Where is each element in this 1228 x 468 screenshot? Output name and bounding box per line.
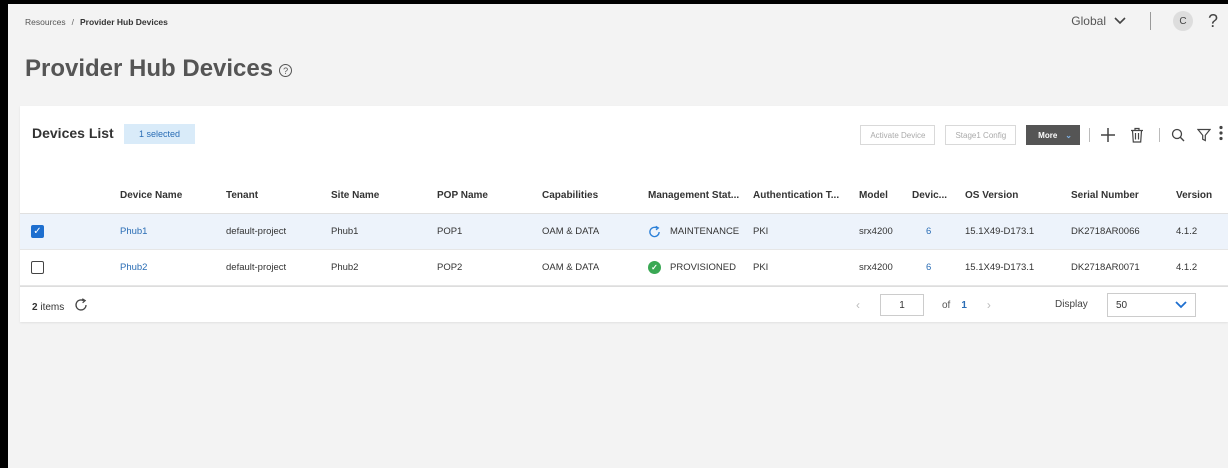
auth-cell: PKI xyxy=(753,262,769,273)
trash-icon[interactable] xyxy=(1129,127,1145,143)
item-count: 2 items xyxy=(32,298,88,316)
column-header[interactable]: Site Name xyxy=(331,178,379,213)
column-header[interactable]: OS Version xyxy=(965,178,1018,213)
tenant-cell: default-project xyxy=(226,262,287,273)
model-cell: srx4200 xyxy=(859,226,893,237)
serial-cell: DK2718AR0071 xyxy=(1071,262,1140,273)
management-status-cell: ✓ PROVISIONED xyxy=(648,250,736,285)
pop-cell: POP1 xyxy=(437,226,463,237)
search-icon[interactable] xyxy=(1170,128,1186,142)
item-count-number: 2 xyxy=(32,301,38,313)
row-checkbox[interactable]: ✓ xyxy=(31,225,44,238)
device-name-link[interactable]: Phub2 xyxy=(120,250,147,285)
chevron-down-icon xyxy=(1114,17,1126,25)
user-avatar[interactable]: C xyxy=(1172,11,1193,31)
column-header[interactable]: POP Name xyxy=(437,178,488,213)
breadcrumb-root[interactable]: Resources xyxy=(25,17,66,27)
breadcrumb-separator: / xyxy=(71,17,75,27)
more-button[interactable]: More ⌄ xyxy=(1026,125,1080,145)
version-cell: 4.1.2 xyxy=(1176,226,1198,237)
auth-cell: PKI xyxy=(753,226,769,237)
device-name-link[interactable]: Phub1 xyxy=(120,214,147,249)
more-options-icon[interactable] xyxy=(1218,125,1228,146)
table-toolbar: Activate Device Stage1 Config More ⌄ xyxy=(860,123,1228,147)
column-header[interactable]: Tenant xyxy=(226,178,258,213)
os-version-cell: 15.1X49-D173.1 xyxy=(965,262,1035,273)
divider xyxy=(1159,128,1160,142)
refresh-icon[interactable] xyxy=(74,298,88,316)
column-header[interactable]: Capabilities xyxy=(542,178,598,213)
help-icon[interactable]: ? xyxy=(1208,11,1218,32)
pagination: ‹ 1 of 1 › xyxy=(856,294,991,316)
total-pages: 1 xyxy=(961,299,967,311)
table-footer: 2 items ‹ 1 of 1 › Display 50 xyxy=(20,286,1228,322)
table-header-row: Device Name Tenant Site Name POP Name Ca… xyxy=(20,178,1228,214)
page-title-text: Provider Hub Devices xyxy=(25,55,274,82)
status-text: PROVISIONED xyxy=(670,262,736,273)
page-number-input[interactable]: 1 xyxy=(880,294,924,316)
chevron-down-icon: ⌄ xyxy=(1065,130,1072,140)
column-header[interactable]: Devic... xyxy=(912,178,947,213)
display-label: Display xyxy=(1055,299,1088,310)
scope-label: Global xyxy=(1071,14,1106,28)
divider xyxy=(1089,128,1090,142)
devices-count-link[interactable]: 6 xyxy=(926,250,931,285)
stage1-config-button[interactable]: Stage1 Config xyxy=(945,125,1017,145)
card-title: Devices List xyxy=(32,125,114,141)
capabilities-cell: OAM & DATA xyxy=(542,226,600,237)
management-status-cell: MAINTENANCE xyxy=(648,214,739,249)
version-cell: 4.1.2 xyxy=(1176,262,1198,273)
devices-count-link[interactable]: 6 xyxy=(926,214,931,249)
devices-table: Device Name Tenant Site Name POP Name Ca… xyxy=(20,178,1228,286)
activate-device-button[interactable]: Activate Device xyxy=(860,125,936,145)
tenant-cell: default-project xyxy=(226,226,287,237)
capabilities-cell: OAM & DATA xyxy=(542,262,600,273)
serial-cell: DK2718AR0066 xyxy=(1071,226,1140,237)
row-checkbox-cell: ✓ xyxy=(31,214,44,249)
breadcrumb: Resources / Provider Hub Devices xyxy=(25,17,168,27)
page-of-label: of xyxy=(942,299,951,311)
row-checkbox-cell xyxy=(31,250,44,285)
scope-selector[interactable]: Global xyxy=(1071,14,1126,28)
site-cell: Phub2 xyxy=(331,262,359,273)
refresh-icon xyxy=(648,225,661,238)
top-right-controls: Global C ? xyxy=(1071,10,1228,32)
column-header[interactable]: Version xyxy=(1176,178,1212,213)
status-text: MAINTENANCE xyxy=(670,226,740,237)
page-title: Provider Hub Devices ? xyxy=(25,55,293,83)
model-cell: srx4200 xyxy=(859,262,893,273)
os-version-cell: 15.1X49-D173.1 xyxy=(965,226,1035,237)
filter-icon[interactable] xyxy=(1196,128,1212,142)
check-circle-icon: ✓ xyxy=(648,261,661,274)
item-count-label: items xyxy=(40,301,65,313)
chevron-down-icon xyxy=(1175,301,1187,309)
page-size-value: 50 xyxy=(1116,299,1128,311)
app-frame: Resources / Provider Hub Devices Global C … xyxy=(8,4,1228,468)
selected-count-badge: 1 selected xyxy=(124,124,196,144)
divider xyxy=(1149,12,1151,30)
table-row[interactable]: ✓ Phub1 default-project Phub1 POP1 OAM &… xyxy=(20,214,1228,250)
more-label: More xyxy=(1038,130,1058,140)
site-cell: Phub1 xyxy=(331,226,359,237)
question-circle-icon[interactable]: ? xyxy=(279,64,293,77)
column-header[interactable]: Management Stat... xyxy=(648,178,739,213)
page-size-select[interactable]: 50 xyxy=(1107,293,1196,317)
pop-cell: POP2 xyxy=(437,262,463,273)
column-header[interactable]: Device Name xyxy=(120,178,182,213)
breadcrumb-current: Provider Hub Devices xyxy=(80,17,168,27)
column-header[interactable]: Serial Number xyxy=(1071,178,1139,213)
next-page-icon[interactable]: › xyxy=(987,298,991,312)
column-header[interactable]: Authentication T... xyxy=(753,178,839,213)
prev-page-icon[interactable]: ‹ xyxy=(856,298,860,312)
column-header[interactable]: Model xyxy=(859,178,888,213)
row-checkbox[interactable] xyxy=(31,261,44,274)
table-row[interactable]: Phub2 default-project Phub2 POP2 OAM & D… xyxy=(20,250,1228,286)
plus-icon[interactable] xyxy=(1100,127,1116,143)
devices-card: Devices List 1 selected Activate Device … xyxy=(20,106,1228,322)
